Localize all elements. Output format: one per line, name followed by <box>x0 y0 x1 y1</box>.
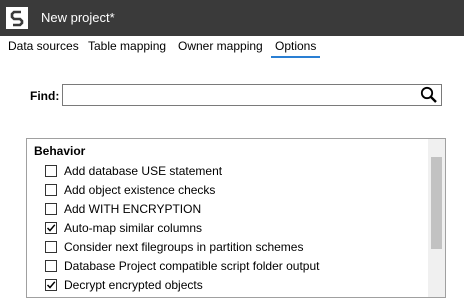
option-label: Database Project compatible script folde… <box>64 259 320 273</box>
option-label: Add WITH ENCRYPTION <box>64 202 202 216</box>
checkbox[interactable] <box>45 260 57 272</box>
checkbox[interactable] <box>45 203 57 215</box>
checkbox[interactable] <box>45 241 57 253</box>
scroll-thumb[interactable] <box>431 157 442 249</box>
options-panel: Behavior Add database USE statement Add … <box>26 138 446 298</box>
find-box <box>62 84 442 106</box>
option-label: Consider next filegroups in partition sc… <box>64 240 304 254</box>
tab-data-sources[interactable]: Data sources <box>8 38 79 58</box>
vertical-scrollbar[interactable] <box>428 139 445 297</box>
checkbox[interactable] <box>45 184 57 196</box>
checkbox-checked[interactable] <box>45 279 57 291</box>
option-label: Auto-map similar columns <box>64 221 203 235</box>
tab-options[interactable]: Options <box>270 38 321 58</box>
tab-table-mapping[interactable]: Table mapping <box>88 38 166 58</box>
checkbox-checked[interactable] <box>45 222 57 234</box>
tab-strip: Data sources Table mapping Owner mapping… <box>0 38 464 58</box>
tab-owner-mapping[interactable]: Owner mapping <box>178 38 263 58</box>
section-title-behavior: Behavior <box>34 144 86 158</box>
check-icon <box>46 281 56 289</box>
option-label: Add database USE statement <box>64 164 223 178</box>
search-icon[interactable] <box>419 86 439 104</box>
checkbox[interactable] <box>45 165 57 177</box>
app-logo-icon <box>6 7 28 29</box>
option-label: Decrypt encrypted objects <box>64 278 203 292</box>
window-title: New project* <box>41 10 115 25</box>
check-icon <box>46 224 56 232</box>
title-bar: New project* <box>0 0 464 36</box>
find-label: Find: <box>30 89 60 103</box>
option-label: Add object existence checks <box>64 183 216 197</box>
find-input[interactable] <box>65 86 409 104</box>
